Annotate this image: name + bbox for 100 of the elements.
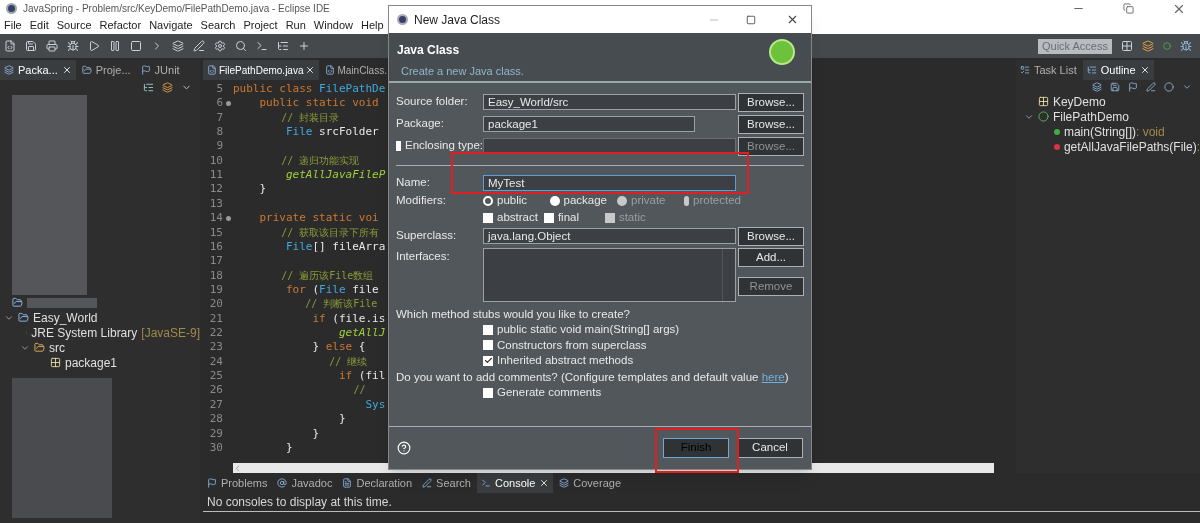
code-line: getAllJavaFileP	[284, 167, 386, 184]
checkbox[interactable]	[483, 355, 493, 366]
panel-tab[interactable]: Javadoc	[273, 473, 337, 493]
toolbar-icon[interactable]	[214, 40, 226, 52]
panel-tab[interactable]: MainClass.	[321, 60, 391, 80]
toolbar-icon[interactable]	[298, 40, 310, 52]
close-icon[interactable]	[786, 13, 799, 26]
toolbar-icon[interactable]	[193, 40, 205, 52]
field-label: Name:	[396, 175, 431, 191]
perspective-icon[interactable]	[1180, 40, 1192, 52]
dialog-button[interactable]: Browse...	[738, 92, 804, 112]
dialog-button[interactable]: Add...	[738, 248, 804, 267]
code-line: public static void	[258, 95, 379, 112]
text-field[interactable]: package1	[483, 116, 695, 132]
checkbox[interactable]	[543, 212, 554, 223]
panel-tab[interactable]: Task List	[1015, 60, 1081, 80]
panel-tab[interactable]: Packa...	[0, 60, 76, 80]
toolbar-icon[interactable]	[4, 40, 16, 52]
code-line: // 遍历该File数组	[280, 268, 374, 283]
panel-tab[interactable]: Proje...	[77, 60, 135, 80]
menu-item[interactable]: Project	[243, 17, 278, 34]
menu-item[interactable]: Refactor	[99, 17, 142, 34]
outline-toolbar-icon[interactable]	[1128, 82, 1138, 92]
link-icon[interactable]	[162, 82, 173, 93]
tree-item[interactable]: package1	[65, 353, 118, 372]
collapse-all-icon[interactable]	[143, 82, 154, 93]
toolbar-icon[interactable]	[235, 40, 247, 52]
text-field[interactable]: java.lang.Object	[483, 228, 736, 244]
toolbar-icon[interactable]	[256, 40, 268, 52]
panel-tab[interactable]: Search	[418, 473, 475, 493]
panel-tab[interactable]: Problems	[203, 473, 272, 493]
maximize-icon[interactable]	[746, 14, 756, 25]
dialog-button[interactable]: Cancel	[737, 438, 803, 458]
fold-marker-icon[interactable]	[225, 215, 231, 221]
radio-label: public	[497, 192, 528, 208]
text-field[interactable]: MyTest	[483, 175, 736, 191]
line-number: 6	[215, 95, 223, 112]
dialog-heading: Java Class	[397, 42, 461, 59]
toolbar-icon[interactable]	[88, 40, 100, 52]
toolbar-icon[interactable]	[46, 40, 58, 52]
outline-toolbar-icon[interactable]	[1092, 82, 1102, 92]
tab-icon	[207, 65, 217, 75]
checkbox[interactable]	[483, 324, 493, 335]
tab-icon	[81, 65, 92, 75]
toolbar-icon[interactable]	[25, 40, 37, 52]
close-icon[interactable]	[1139, 65, 1150, 75]
panel-tab[interactable]: Outline	[1082, 60, 1154, 80]
menu-item[interactable]: Run	[285, 17, 306, 34]
dialog-button[interactable]: Browse...	[738, 226, 804, 246]
code-line: public class FilePathDe	[233, 80, 386, 97]
perspective-icon[interactable]	[1142, 40, 1154, 52]
radio-label: protected	[693, 192, 741, 208]
blurred-region	[27, 297, 97, 308]
line-number: 18	[208, 267, 223, 284]
toolbar-icon[interactable]	[172, 40, 184, 52]
toolbar-icon[interactable]	[67, 40, 79, 52]
checkbox[interactable]	[483, 387, 493, 398]
menu-item[interactable]: Help	[361, 17, 384, 34]
tab-icon	[1086, 65, 1097, 75]
menu-item[interactable]: Search	[200, 17, 236, 34]
text-field[interactable]: Easy_World/src	[483, 94, 736, 110]
close-icon[interactable]	[305, 65, 316, 75]
restore-icon[interactable]	[1123, 3, 1134, 14]
checkbox[interactable]	[483, 340, 493, 351]
fold-marker-icon[interactable]	[225, 101, 231, 107]
tree-item[interactable]: KeyDemo	[1052, 92, 1106, 111]
tree-item[interactable]: Easy_World	[33, 308, 98, 327]
radio-button[interactable]	[483, 195, 493, 206]
panel-tab[interactable]: JUnit	[136, 60, 184, 80]
field-label: Package:	[396, 116, 445, 132]
code-line: } else {	[311, 339, 366, 356]
menu-item[interactable]: Window	[313, 17, 353, 34]
tree-item[interactable]: src	[49, 338, 65, 357]
outline-toolbar-icon[interactable]	[1110, 82, 1120, 92]
panel-tab[interactable]: Console	[476, 473, 554, 493]
code-line: // 封装目录	[280, 110, 340, 125]
perspective-icon[interactable]	[1121, 40, 1133, 52]
interfaces-list[interactable]	[483, 248, 736, 302]
menu-item[interactable]: Edit	[29, 17, 49, 34]
code-line: //	[352, 383, 366, 398]
toolbar-icon[interactable]	[109, 40, 121, 52]
panel-tab[interactable]: Declaration	[338, 473, 417, 493]
folder-icon	[34, 342, 45, 353]
checkbox[interactable]	[483, 212, 493, 223]
menu-item[interactable]: File	[4, 17, 22, 34]
tree-item[interactable]: main(String[])	[1063, 122, 1136, 141]
code-line: // 判断该File	[304, 297, 378, 312]
code-line: File srcFolder	[284, 124, 379, 140]
close-icon[interactable]	[61, 65, 72, 75]
dialog-button[interactable]: Browse...	[738, 114, 804, 134]
close-icon[interactable]	[539, 478, 550, 488]
toolbar-icon[interactable]	[277, 40, 289, 52]
radio-button[interactable]	[550, 195, 560, 206]
toolbar-icon[interactable]	[130, 40, 142, 52]
outline-toolbar-icon[interactable]	[1146, 82, 1156, 92]
panel-tab[interactable]: Coverage	[555, 473, 625, 493]
menu-item[interactable]: Source	[56, 17, 92, 34]
menu-item[interactable]: Navigate	[149, 17, 193, 34]
help-icon[interactable]	[397, 441, 411, 455]
panel-tab[interactable]: FilePathDemo.java	[203, 60, 320, 80]
